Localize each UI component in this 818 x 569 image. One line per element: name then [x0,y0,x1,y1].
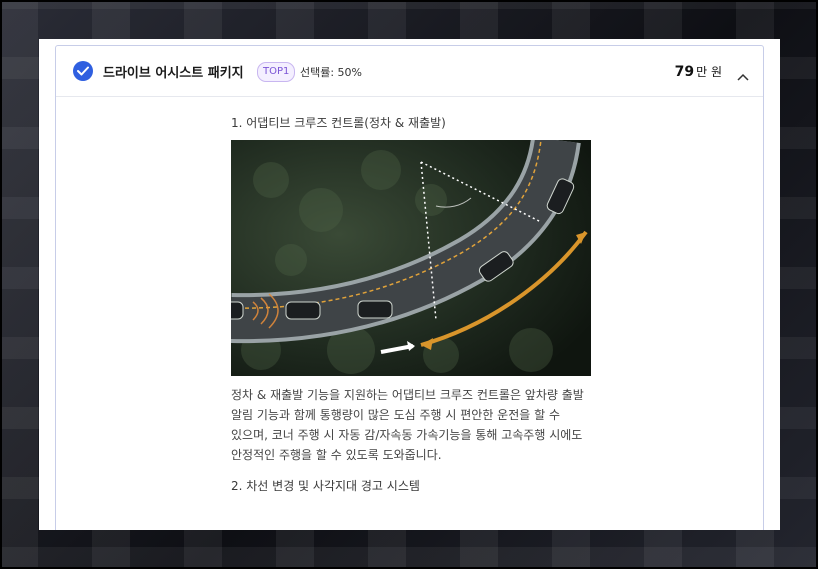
feature-image [231,140,591,376]
selection-rate: 선택률: 50% [300,66,363,79]
option-content: 1. 어댑티브 크루즈 컨트롤(정차 & 재출발) 정차 & 재출발 기능을 지… [231,104,601,503]
price-number: 79 [674,64,695,80]
feature-title-2: 2. 차선 변경 및 사각지대 경고 시스템 [231,479,420,493]
price-unit: 만 원 [696,65,722,79]
feature-description: 정차 & 재출발 기능을 지원하는 어댑티브 크루즈 컨트롤은 앞차량 출발 알… [231,388,584,462]
option-price: 79 만 원 [675,61,722,80]
option-header[interactable]: 드라이브 어시스트 패키지 TOP1 선택률: 50% 79 만 원 [56,46,763,97]
top-rank-badge: TOP1 [257,62,296,82]
option-panel: 드라이브 어시스트 패키지 TOP1 선택률: 50% 79 만 원 1. 어댑티… [39,39,780,530]
feature-title: 1. 어댑티브 크루즈 컨트롤(정차 & 재출발) [231,116,446,130]
option-title: 드라이브 어시스트 패키지 [103,66,244,81]
option-card: 드라이브 어시스트 패키지 TOP1 선택률: 50% 79 만 원 1. 어댑티… [55,45,764,530]
chevron-up-icon[interactable] [737,66,749,85]
check-circle-icon[interactable] [73,61,93,81]
